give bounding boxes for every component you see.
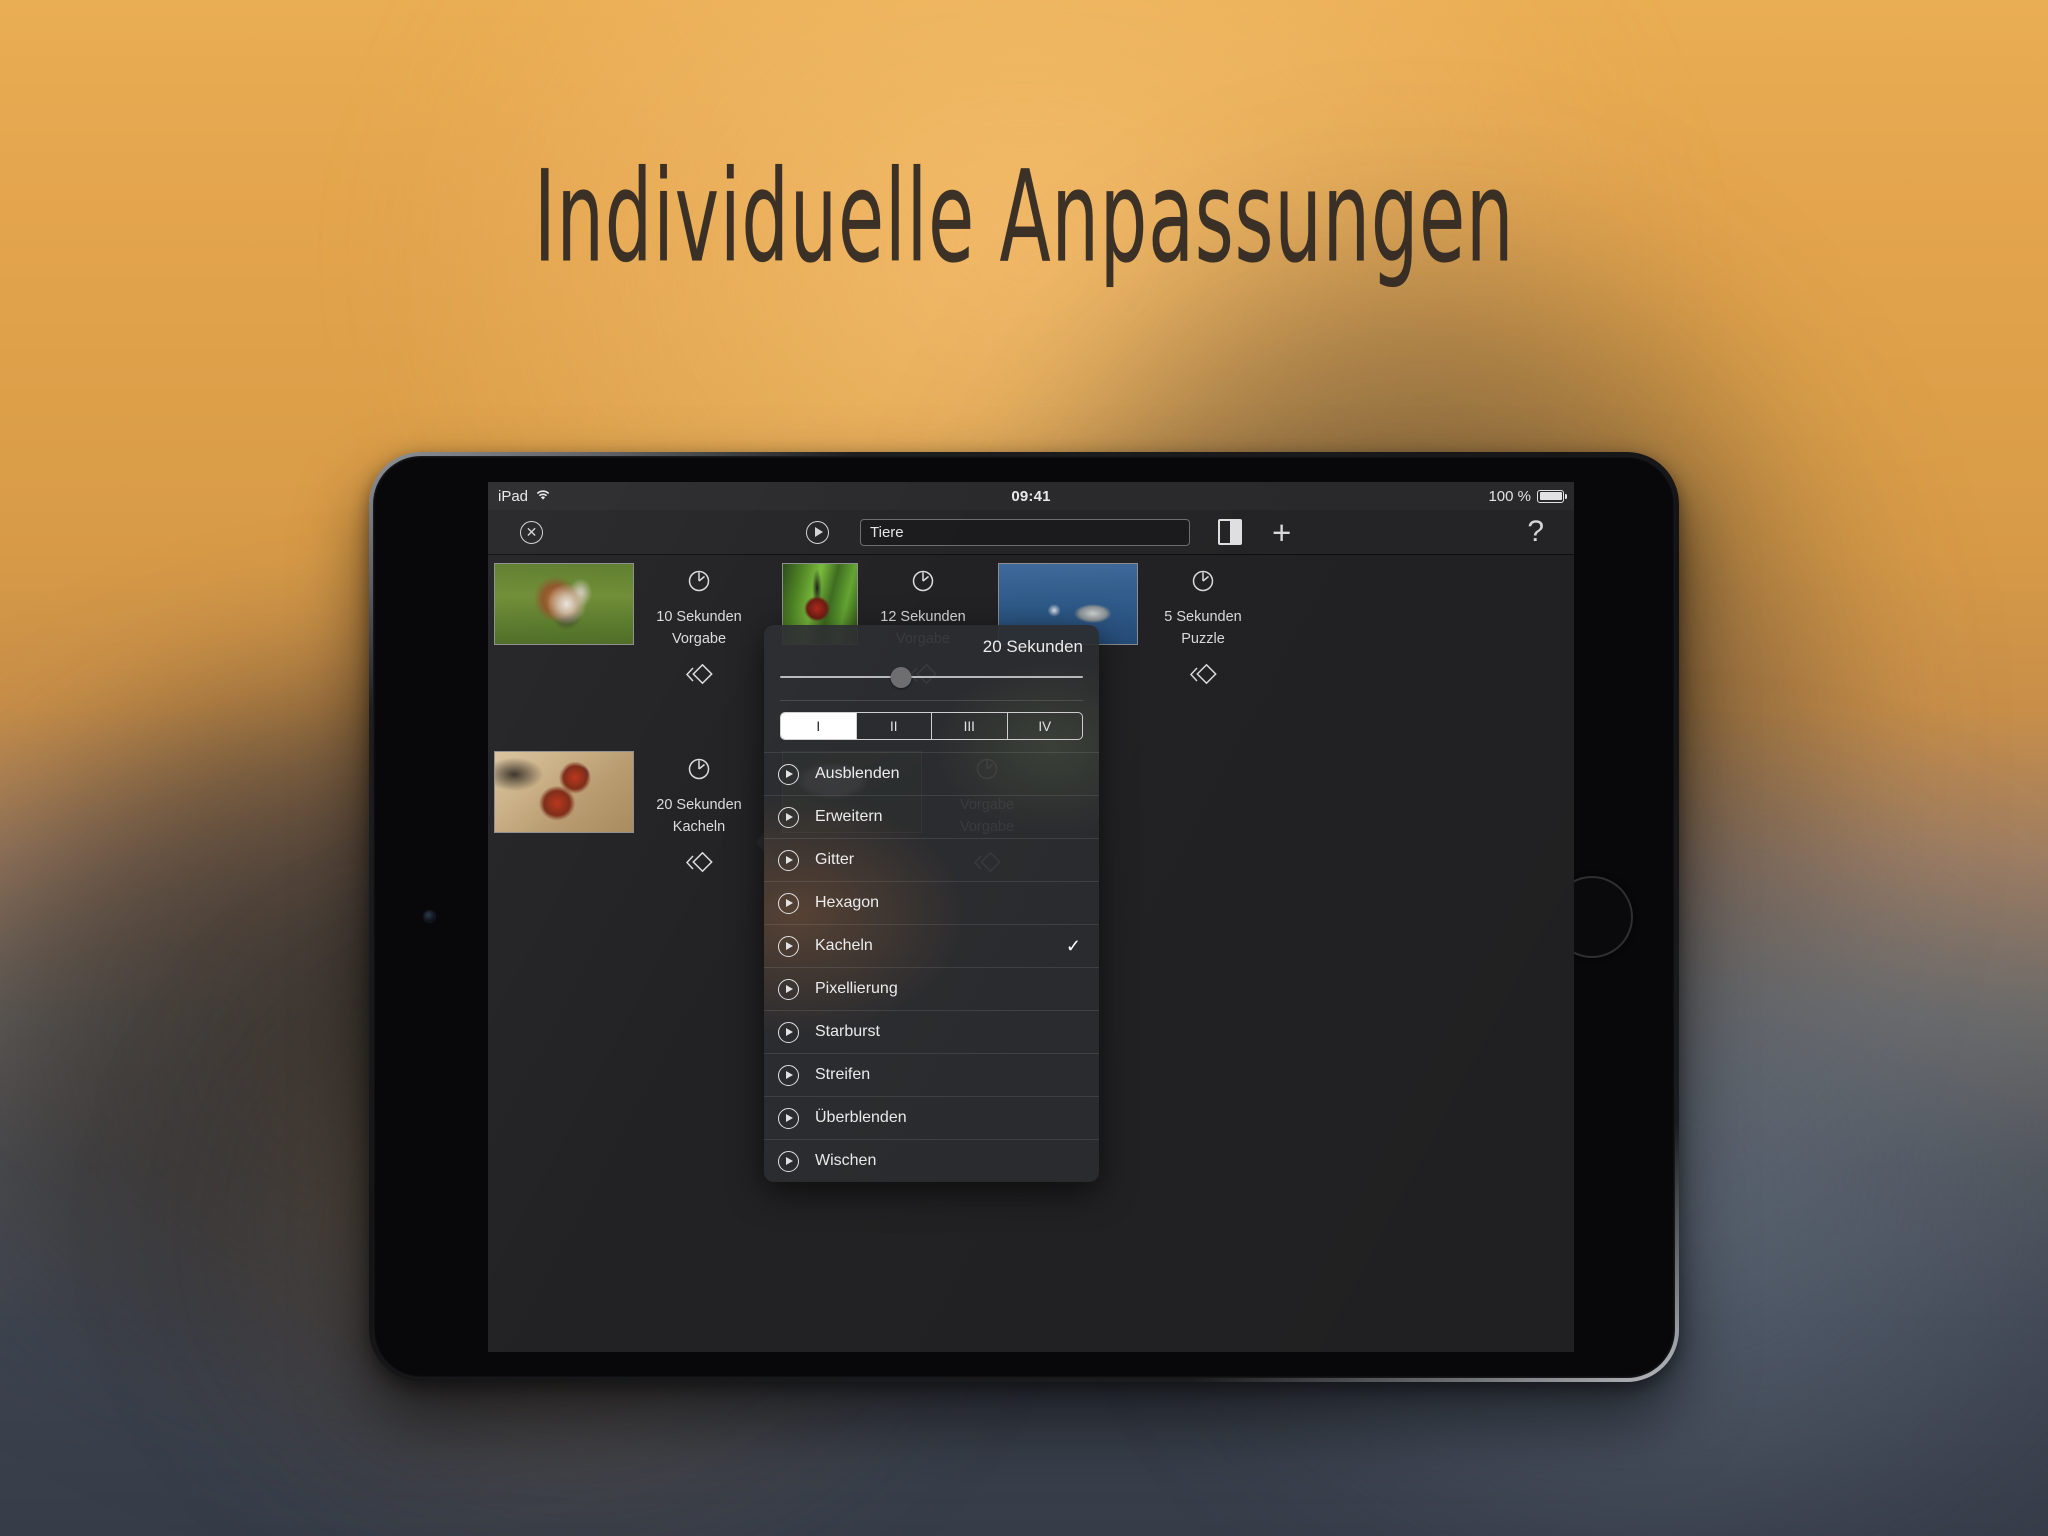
slide-settings: 5 Sekunden Puzzle (1138, 563, 1268, 691)
play-circle-icon (778, 892, 799, 914)
slider-thumb[interactable] (890, 667, 912, 688)
project-name-value: Tiere (870, 523, 904, 541)
battery-full-icon (1537, 489, 1567, 503)
transition-list-item[interactable]: Gitter (764, 838, 1099, 881)
transition-list-item[interactable]: Erweitern (764, 795, 1099, 838)
slide-transition: Puzzle (1181, 631, 1225, 647)
transition-list-item[interactable]: Hexagon (764, 881, 1099, 924)
timer-icon[interactable] (910, 567, 936, 598)
slide-duration: 5 Sekunden (1164, 609, 1242, 625)
transition-label: Streifen (815, 1066, 871, 1083)
speed-segmented-control[interactable]: I II III IV (780, 712, 1083, 740)
status-bar-clock: 09:41 (1011, 487, 1051, 505)
app-toolbar: ✕ Tiere + ? (488, 510, 1574, 555)
plus-icon: + (1272, 513, 1292, 551)
transition-label: Pixellierung (815, 980, 898, 997)
transition-slides-icon[interactable] (684, 851, 714, 879)
split-layout-icon (1218, 519, 1242, 545)
slide-thumbnail[interactable] (494, 563, 634, 645)
transition-label: Gitter (815, 851, 855, 868)
transition-list-item[interactable]: Starburst (764, 1010, 1099, 1053)
slide-settings: 20 Sekunden Kacheln (634, 751, 764, 879)
transition-label: Überblenden (815, 1109, 907, 1126)
slide-editor-canvas: 10 Sekunden Vorgabe 12 Sekunden Vorgabe (488, 555, 1574, 1352)
transition-label: Kacheln (815, 937, 873, 954)
play-circle-icon (778, 849, 799, 871)
play-circle-icon (778, 1021, 799, 1043)
ipad-screen: iPad 09:41 100 % ✕ Tiere + ? 10 Sekunden… (488, 482, 1574, 1352)
slide-item[interactable] (494, 563, 634, 645)
transition-list-item[interactable]: Ausblenden (764, 752, 1099, 795)
play-circle-icon (778, 935, 799, 957)
transition-list-item[interactable]: Streifen (764, 1053, 1099, 1096)
slide-thumbnail[interactable] (494, 751, 634, 833)
play-circle-icon (778, 1150, 799, 1172)
play-slideshow-button[interactable] (806, 520, 829, 544)
transition-slides-icon[interactable] (1188, 663, 1218, 691)
question-mark-icon: ? (1527, 515, 1544, 548)
play-circle-icon (778, 806, 799, 828)
transition-list-item[interactable]: Überblenden (764, 1096, 1099, 1139)
slide-transition: Vorgabe (671, 631, 727, 647)
duration-slider[interactable] (780, 659, 1083, 701)
transition-label: Erweitern (815, 808, 883, 825)
add-slide-button[interactable]: + (1272, 516, 1291, 549)
layout-toggle-button[interactable] (1218, 519, 1242, 545)
close-button[interactable]: ✕ (520, 520, 543, 544)
play-circle-icon (806, 520, 829, 544)
play-circle-icon (778, 1064, 799, 1086)
transition-list-item-selected[interactable]: Kacheln ✓ (764, 924, 1099, 967)
transition-label: Ausblenden (815, 765, 900, 782)
timer-icon[interactable] (686, 755, 712, 786)
transition-label: Wischen (815, 1152, 877, 1169)
transition-list-item[interactable]: Pixellierung (764, 967, 1099, 1010)
play-circle-icon (778, 1107, 799, 1129)
segment-option[interactable]: IV (1006, 713, 1083, 739)
page-title: Individuelle Anpassungen (533, 142, 1515, 291)
play-circle-icon (778, 978, 799, 1000)
ipad-device-frame: iPad 09:41 100 % ✕ Tiere + ? 10 Sekunden… (369, 452, 1679, 1382)
segment-option[interactable]: II (855, 713, 932, 739)
transition-label: Hexagon (815, 894, 880, 911)
transition-label: Starburst (815, 1023, 880, 1040)
status-bar-right: 100 % (1488, 487, 1567, 505)
checkmark-icon: ✓ (1065, 935, 1081, 956)
slide-duration: 20 Sekunden (656, 797, 742, 813)
slide-settings: 10 Sekunden Vorgabe (634, 563, 764, 691)
segment-option[interactable]: III (931, 713, 1007, 739)
front-camera-icon (424, 911, 435, 922)
transition-slides-icon[interactable] (684, 663, 714, 691)
slide-transition: Kacheln (672, 819, 726, 835)
slide-item[interactable] (494, 751, 634, 833)
help-button[interactable]: ? (1527, 517, 1544, 547)
popover-duration-label: 20 Sekunden (982, 637, 1083, 656)
timer-icon[interactable] (1190, 567, 1216, 598)
play-circle-icon (778, 763, 799, 785)
close-circle-icon: ✕ (520, 520, 543, 544)
transition-popover: 20 Sekunden I II III IV Ausblenden Erwei… (764, 625, 1099, 1182)
status-bar: iPad 09:41 100 % (488, 482, 1574, 510)
segment-option[interactable]: I (781, 713, 856, 739)
project-name-input[interactable]: Tiere (860, 518, 1190, 546)
slider-track (780, 676, 1083, 678)
transition-list: Ausblenden Erweitern Gitter Hexagon Kach… (764, 752, 1099, 1182)
slide-duration: 10 Sekunden (656, 609, 742, 625)
timer-icon[interactable] (686, 567, 712, 598)
transition-list-item[interactable]: Wischen (764, 1139, 1099, 1182)
battery-percent-label: 100 % (1488, 487, 1531, 505)
